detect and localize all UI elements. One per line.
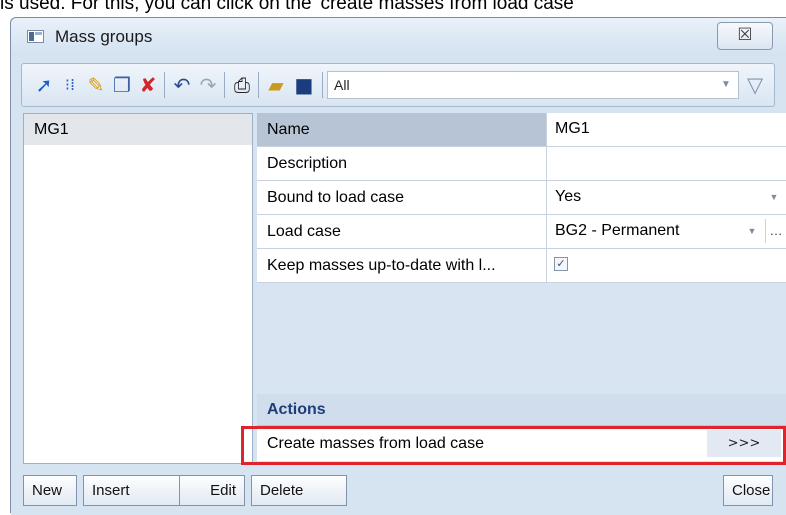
chevron-down-icon[interactable]: ▼ — [743, 219, 761, 243]
property-row-name[interactable]: Name MG1 — [257, 113, 786, 147]
window-close-button[interactable]: ☒ — [717, 22, 773, 50]
edit-button[interactable]: Edit — [179, 475, 245, 506]
list-item[interactable]: MG1 — [24, 114, 252, 145]
undo-icon[interactable]: ↶ — [170, 73, 194, 97]
delete-button[interactable]: Delete — [251, 475, 347, 506]
keep-masses-checkbox[interactable]: ✓ — [554, 257, 568, 271]
window-app-icon — [27, 30, 44, 43]
insert-button[interactable]: Insert — [83, 475, 179, 506]
redo-icon[interactable]: ↷ — [196, 73, 220, 97]
copy-icon[interactable]: ❐ — [110, 73, 134, 97]
chevron-down-icon[interactable]: ▼ — [765, 185, 783, 209]
toolbar-separator — [258, 72, 259, 98]
window-title: Mass groups — [55, 27, 153, 46]
description-field[interactable] — [547, 147, 786, 180]
property-label: Load case — [257, 215, 547, 248]
title-bar: Mass groups ☒ — [11, 18, 786, 56]
insert-icon[interactable]: ⁝⁞ — [58, 73, 82, 97]
new-item-icon[interactable]: ➚ — [32, 73, 56, 97]
close-button[interactable]: Close — [723, 475, 773, 506]
actions-header: Actions — [257, 394, 786, 426]
new-button[interactable]: New — [23, 475, 77, 506]
action-row-create-masses[interactable]: Create masses from load case >>> — [257, 427, 786, 461]
property-row-bound[interactable]: Bound to load case Yes ▼ — [257, 181, 786, 215]
instruction-text: is used. For this, you can click on the … — [0, 0, 578, 14]
browse-button[interactable]: … — [765, 219, 786, 243]
property-row-description[interactable]: Description — [257, 147, 786, 181]
toolbar-separator — [224, 72, 225, 98]
mass-group-list[interactable]: MG1 — [23, 113, 253, 464]
property-row-load-case[interactable]: Load case BG2 - Permanent ▼ … — [257, 215, 786, 249]
toolbar-separator — [164, 72, 165, 98]
button-bar: New Insert Edit Delete Close — [11, 465, 786, 515]
bound-to-load-case-select[interactable]: Yes — [547, 181, 786, 214]
open-icon[interactable]: ▰ — [264, 73, 288, 97]
delete-icon[interactable]: ✘ — [136, 73, 160, 97]
edit-icon[interactable]: ✎ — [84, 73, 108, 97]
filter-value: All — [334, 77, 350, 93]
name-field[interactable]: MG1 — [547, 113, 786, 146]
save-icon[interactable]: ■ — [292, 73, 316, 97]
create-masses-button[interactable]: >>> — [707, 430, 781, 457]
property-label: Description — [257, 147, 547, 180]
property-label: Bound to load case — [257, 181, 547, 214]
property-label: Name — [257, 113, 547, 146]
toolbar-separator — [322, 72, 323, 98]
print-icon[interactable]: ⎙ — [230, 73, 254, 97]
property-label: Keep masses up-to-date with l... — [257, 249, 547, 282]
filter-icon[interactable]: ▽ — [747, 73, 769, 97]
filter-select[interactable]: All ▼ — [327, 71, 739, 99]
action-label: Create masses from load case — [267, 435, 484, 452]
mass-groups-dialog: Mass groups ☒ ➚ ⁝⁞ ✎ ❐ ✘ ↶ ↷ ⎙ ▰ ■ All ▼… — [10, 17, 786, 515]
chevron-down-icon[interactable]: ▼ — [717, 74, 735, 96]
toolbar: ➚ ⁝⁞ ✎ ❐ ✘ ↶ ↷ ⎙ ▰ ■ All ▼ ▽ — [21, 63, 775, 107]
property-row-keep-masses[interactable]: Keep masses up-to-date with l... ✓ — [257, 249, 786, 283]
property-grid: Name MG1 Description Bound to load case … — [257, 113, 786, 464]
